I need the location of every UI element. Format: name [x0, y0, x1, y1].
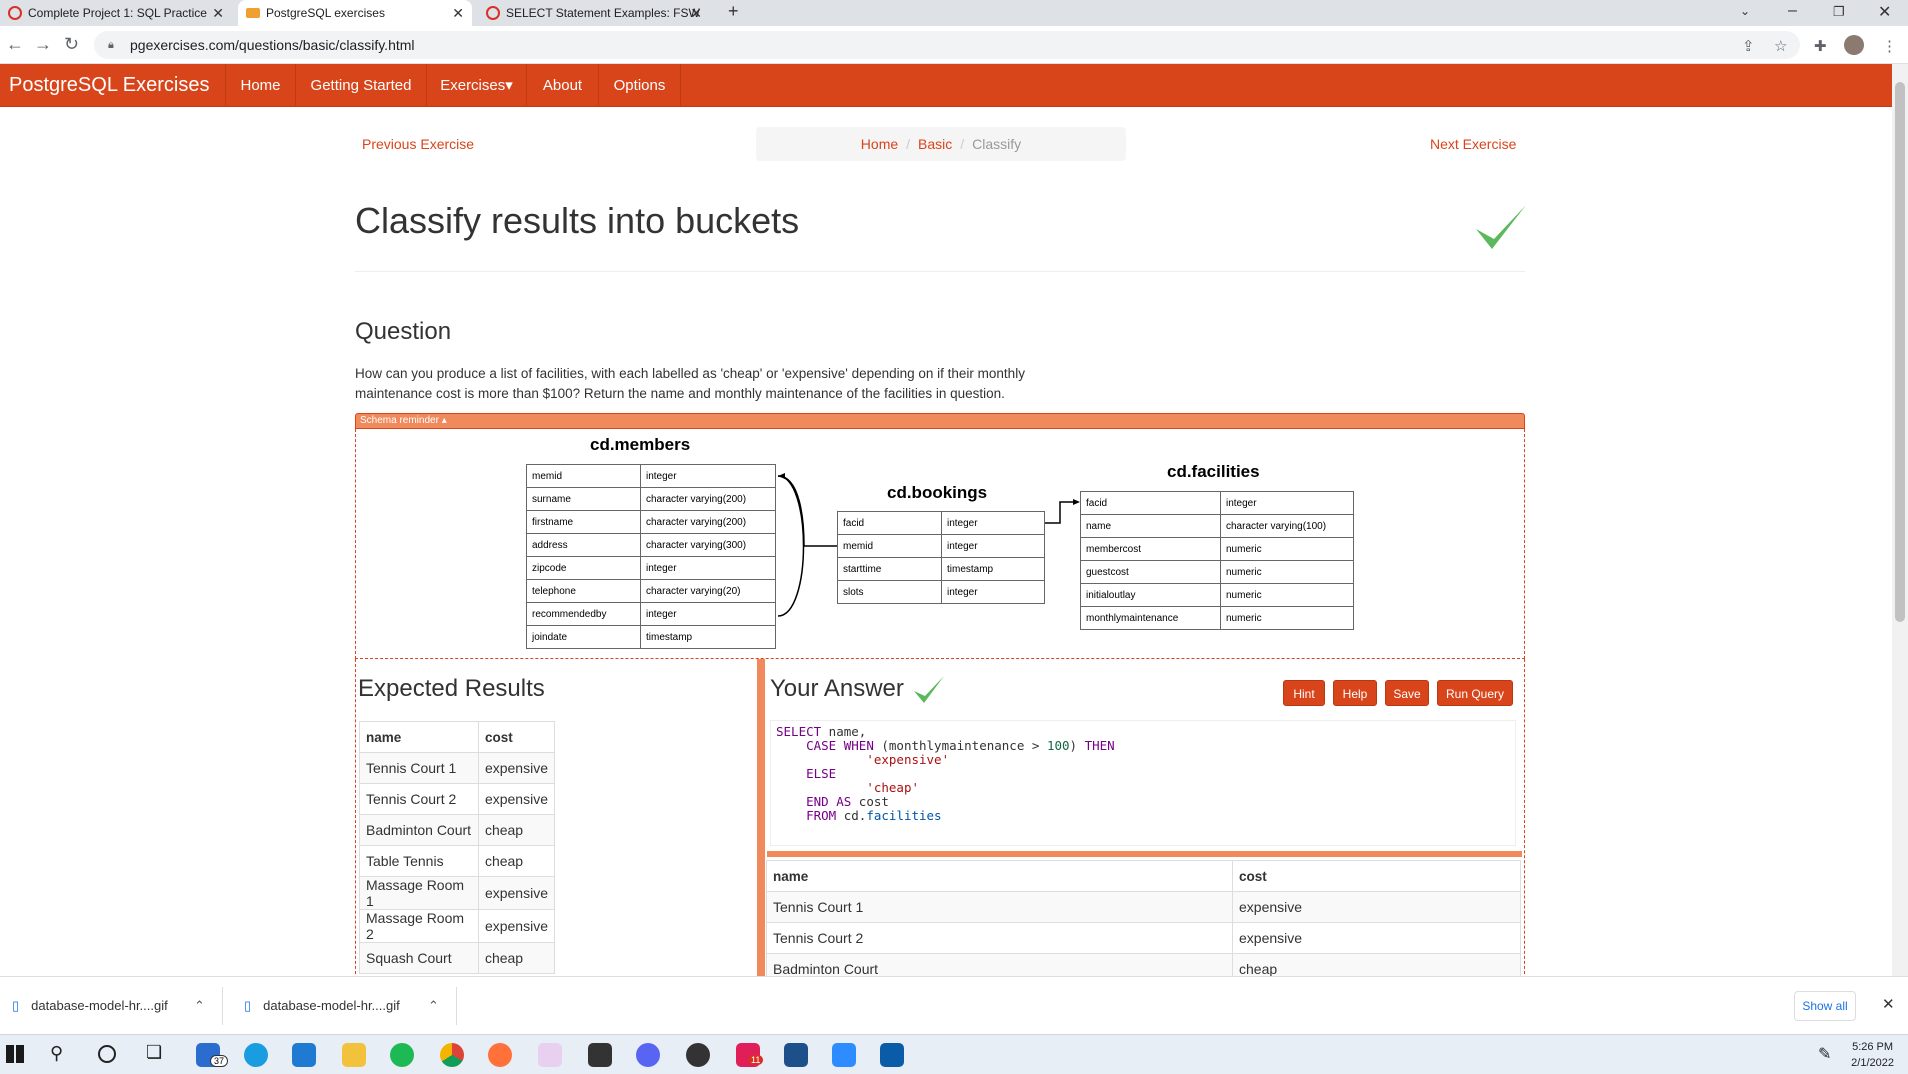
schema-relationship-lines — [777, 473, 1080, 617]
cost-cell: expensive — [477, 909, 556, 943]
run-query-button[interactable]: Run Query — [1437, 680, 1513, 706]
cost-cell: cheap — [477, 845, 556, 877]
pen-icon[interactable]: ✎ — [1818, 1044, 1831, 1064]
pane-divider[interactable] — [757, 659, 765, 979]
photos-app-icon[interactable] — [880, 1043, 904, 1067]
table-row: Table Tennis cheap — [359, 845, 556, 877]
column-header: name — [359, 721, 479, 753]
name-cell: Massage Room 1 — [359, 876, 479, 910]
your-answer-results-table: name cost Tennis Court 1 expensive Tennis … — [766, 860, 1521, 985]
edge-app-icon[interactable] — [244, 1043, 268, 1067]
downloads-bar: ▯ database-model-hr....gif ⌃ ▯ database-mo… — [0, 976, 1908, 1034]
cortana-icon[interactable] — [98, 1045, 116, 1063]
name-cell: Massage Room 2 — [359, 909, 479, 943]
name-cell: Squash Court — [359, 942, 479, 974]
table-row: Tennis Court 2 expensive — [359, 783, 556, 815]
cost-cell: expensive — [477, 752, 556, 784]
cost-cell: cheap — [477, 814, 556, 846]
expected-results-table: name cost Tennis Court 1 expensive Tennis … — [359, 721, 556, 974]
github-app-icon[interactable] — [686, 1043, 710, 1067]
zoom-app-icon[interactable] — [832, 1043, 856, 1067]
chevron-up-icon[interactable]: ⌃ — [428, 977, 439, 1035]
name-cell: Tennis Court 2 — [766, 922, 1233, 954]
table-row: Tennis Court 1 expensive — [359, 752, 556, 784]
help-button[interactable]: Help — [1333, 680, 1377, 706]
expected-results-heading: Expected Results — [358, 675, 545, 702]
chrome-app-icon[interactable] — [440, 1043, 464, 1067]
answer-check-icon — [914, 676, 944, 703]
cost-cell: expensive — [477, 783, 556, 815]
table-row: Massage Room 2 expensive — [359, 909, 556, 943]
terminal-app-icon[interactable] — [588, 1043, 612, 1067]
table-row: Massage Room 1 expensive — [359, 876, 556, 910]
show-all-button[interactable]: Show all — [1794, 991, 1856, 1021]
search-icon[interactable]: ⚲ — [50, 1043, 63, 1064]
cost-cell: expensive — [477, 876, 556, 910]
cost-cell: expensive — [1232, 891, 1521, 923]
mail-badge: 37 — [210, 1055, 229, 1067]
column-header: name — [766, 860, 1233, 892]
discord-app-icon[interactable] — [636, 1043, 660, 1067]
cost-cell: expensive — [1232, 922, 1521, 954]
column-header: cost — [1232, 860, 1521, 892]
hint-button[interactable]: Hint — [1283, 680, 1325, 706]
firefox-app-icon[interactable] — [488, 1043, 512, 1067]
spotify-app-icon[interactable] — [390, 1043, 414, 1067]
file-icon: ▯ — [12, 998, 20, 1013]
name-cell: Badminton Court — [359, 814, 479, 846]
sql-editor[interactable]: SELECT name, CASE WHEN (monthlymaintenan… — [770, 720, 1516, 846]
download-item[interactable]: ▯ database-model-hr....gif ⌃ — [244, 977, 444, 1035]
table-row: Badminton Court cheap — [359, 814, 556, 846]
chrome-badge: 11 — [748, 1055, 764, 1065]
save-button[interactable]: Save — [1385, 680, 1429, 706]
column-header: cost — [477, 721, 556, 753]
name-cell: Tennis Court 1 — [359, 752, 479, 784]
file-icon: ▯ — [244, 998, 252, 1013]
file-explorer-app-icon[interactable] — [342, 1043, 366, 1067]
windows-taskbar: ⚲ ❏ 37 11 ✎ 5:26 PM 2/1/2022 — [0, 1034, 1908, 1074]
download-item[interactable]: ▯ database-model-hr....gif ⌃ — [12, 977, 212, 1035]
table-row: Tennis Court 2 expensive — [766, 922, 1521, 954]
close-downloads-icon[interactable]: ✕ — [1882, 995, 1895, 1013]
editor-resize-handle[interactable] — [767, 851, 1522, 857]
snipping-app-icon[interactable] — [538, 1043, 562, 1067]
name-cell: Table Tennis — [359, 845, 479, 877]
windows-start-icon[interactable] — [6, 1045, 24, 1063]
table-row: Squash Court cheap — [359, 942, 556, 974]
system-clock[interactable]: 5:26 PM 2/1/2022 — [1851, 1039, 1894, 1071]
name-cell: Tennis Court 2 — [359, 783, 479, 815]
vscode-app-icon[interactable] — [292, 1043, 316, 1067]
cost-cell: cheap — [477, 942, 556, 974]
your-answer-heading: Your Answer — [770, 675, 904, 702]
chevron-up-icon[interactable]: ⌃ — [194, 977, 205, 1035]
task-view-icon[interactable]: ❏ — [146, 1042, 162, 1063]
name-cell: Tennis Court 1 — [766, 891, 1233, 923]
app-icon[interactable] — [784, 1043, 808, 1067]
table-row: Tennis Court 1 expensive — [766, 891, 1521, 923]
